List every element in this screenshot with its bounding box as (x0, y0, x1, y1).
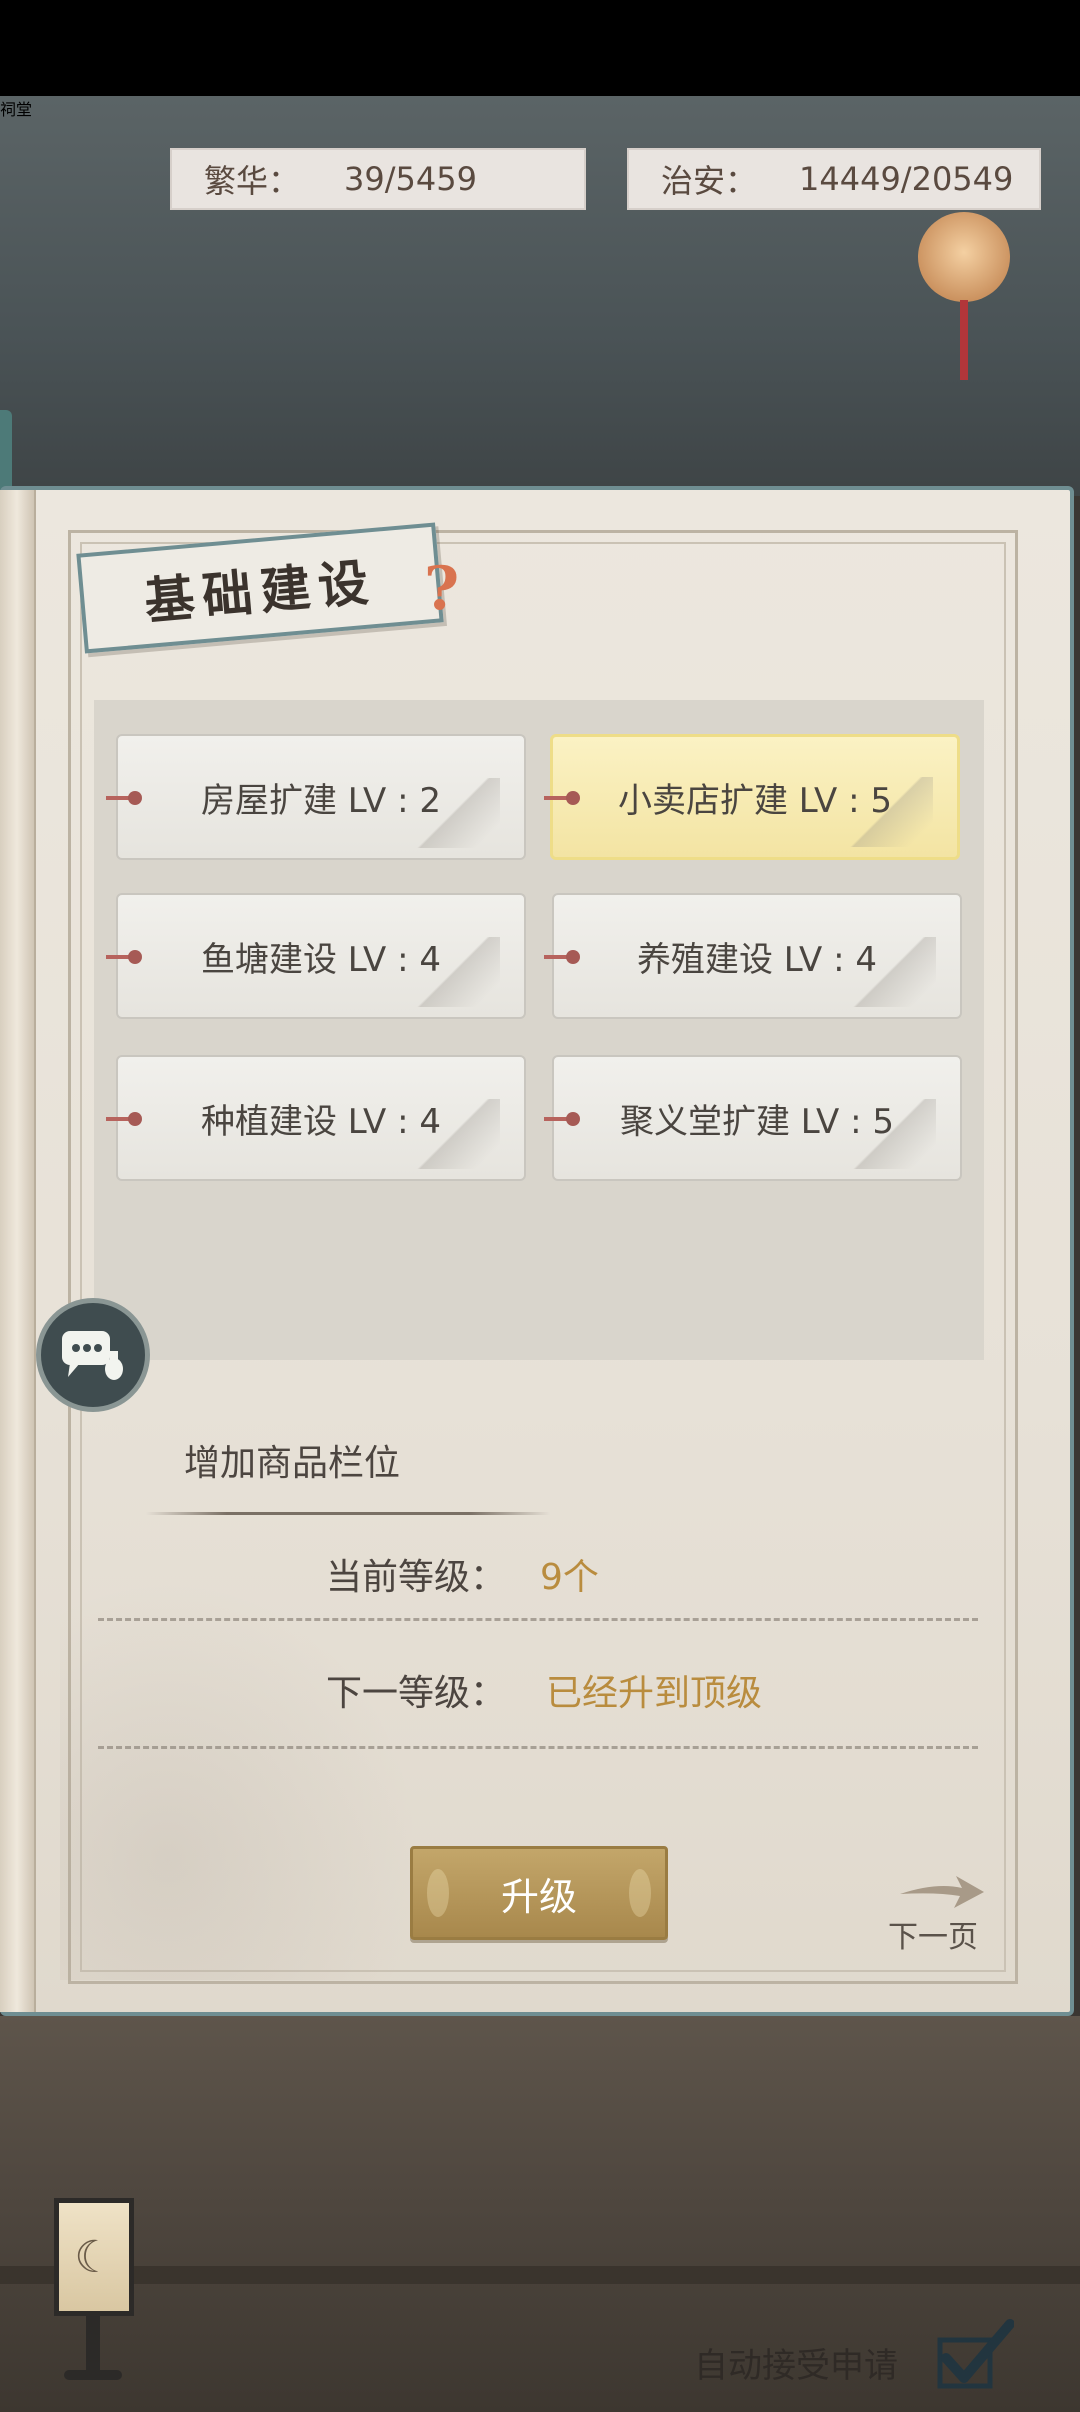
lamp-base (64, 2370, 122, 2380)
current-level-value: 9个 (540, 1557, 599, 1598)
pin-icon (106, 950, 142, 964)
building-card-livestock[interactable]: 养殖建设 LV : 4 (552, 893, 962, 1019)
building-card-label: 种植建设 LV : 4 (201, 1101, 441, 1142)
pin-icon (544, 1112, 580, 1126)
pin-icon (544, 791, 580, 805)
pin-icon (106, 1112, 142, 1126)
floor-stripe (0, 2266, 1080, 2284)
book-spine (0, 490, 36, 2012)
help-icon[interactable]: ? (424, 556, 464, 622)
chat-icon (62, 1331, 123, 1380)
lantern-tassel (960, 300, 968, 380)
next-page-button[interactable]: 下一页 (888, 1912, 978, 1956)
status-bar (0, 0, 1080, 96)
upgrade-description: 增加商品栏位 (184, 1443, 401, 1484)
building-card-farming[interactable]: 种植建设 LV : 4 (116, 1055, 526, 1181)
upgrade-button-label: 升级 (500, 1874, 577, 1919)
lamp-moon-icon: ☾ (74, 2231, 114, 2283)
divider (98, 1618, 978, 1621)
building-card-shop[interactable]: 小卖店扩建 LV : 5 (550, 734, 960, 860)
building-card-label: 聚义堂扩建 LV : 5 (620, 1101, 894, 1142)
chat-button[interactable] (36, 1298, 150, 1412)
auto-accept-checkbox[interactable] (936, 2318, 1014, 2390)
next-level-value: 已经升到顶级 (546, 1673, 763, 1714)
prosperity-stat: 繁华： 39/5459 (170, 148, 586, 210)
pin-icon (544, 950, 580, 964)
auto-accept-label: 自动接受申请 (694, 2346, 898, 2386)
building-card-label: 养殖建设 LV : 4 (637, 939, 877, 980)
building-card-house[interactable]: 房屋扩建 LV : 2 (116, 734, 526, 860)
building-card-hall[interactable]: 聚义堂扩建 LV : 5 (552, 1055, 962, 1181)
next-level-label: 下一等级： (326, 1673, 507, 1714)
lantern-icon (918, 212, 1010, 302)
security-value: 14449/20549 (799, 160, 1014, 198)
blossom-decoration (60, 1580, 420, 1980)
prosperity-value: 39/5459 (344, 160, 477, 198)
security-label: 治安： (661, 162, 758, 200)
security-stat: 治安： 14449/20549 (627, 148, 1041, 210)
pin-icon (106, 791, 142, 805)
building-card-label: 鱼塘建设 LV : 4 (201, 939, 441, 980)
divider (146, 1512, 550, 1515)
lamp-post (86, 2316, 100, 2376)
lamp-icon[interactable]: ☾ (54, 2198, 134, 2316)
next-page-arrow-icon[interactable] (896, 1872, 986, 1912)
upgrade-button[interactable]: 升级 (410, 1846, 668, 1940)
building-card-label: 小卖店扩建 LV : 5 (618, 780, 892, 821)
current-level-label: 当前等级： (326, 1557, 507, 1598)
floor-background (0, 2016, 1080, 2412)
divider (98, 1746, 978, 1749)
prosperity-label: 繁华： (204, 162, 301, 200)
building-card-fishpond[interactable]: 鱼塘建设 LV : 4 (116, 893, 526, 1019)
building-card-label: 房屋扩建 LV : 2 (201, 780, 441, 821)
